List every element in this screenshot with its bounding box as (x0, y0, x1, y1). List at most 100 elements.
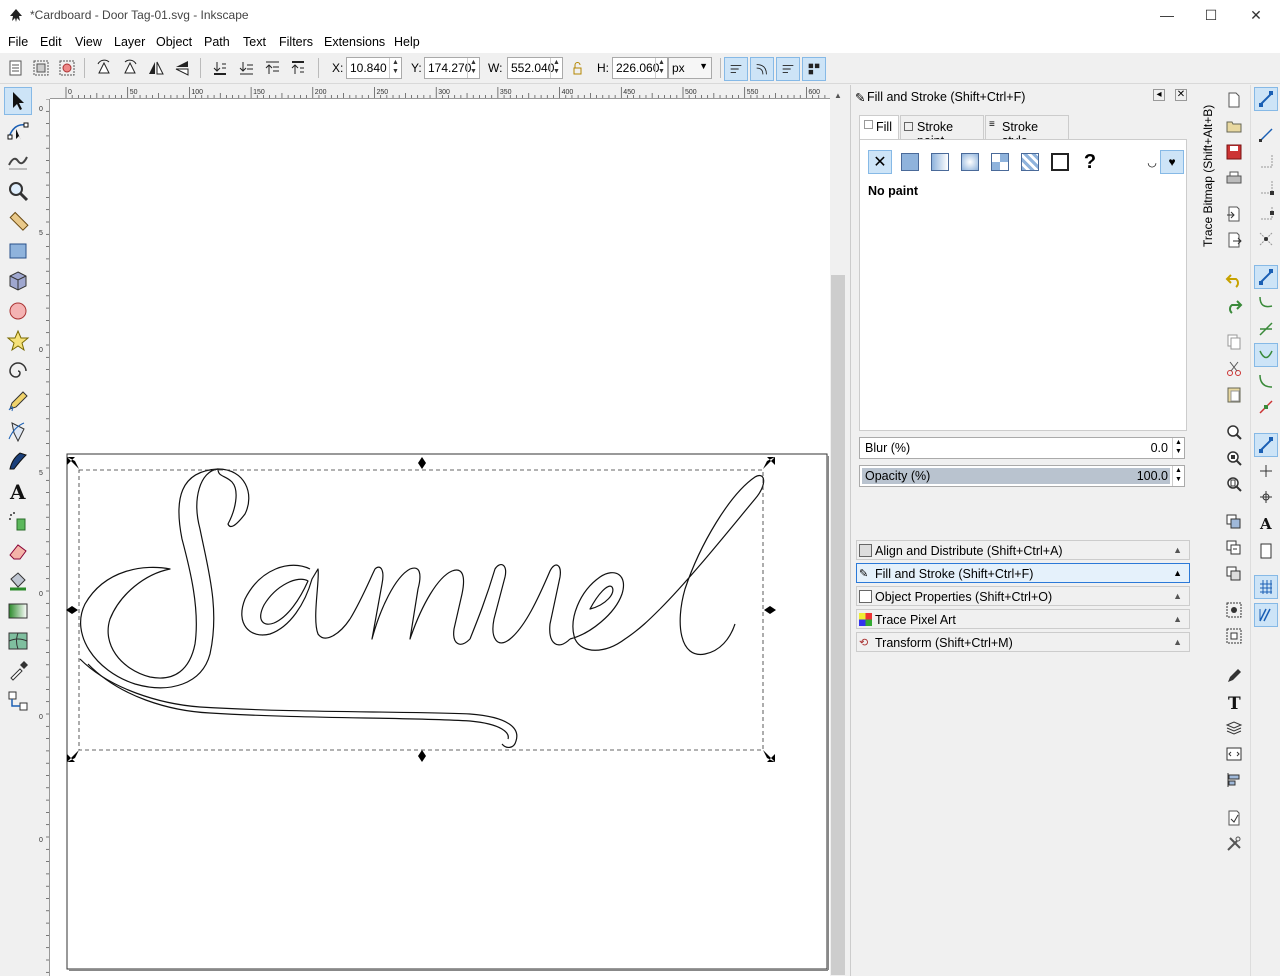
dock-item-object-properties[interactable]: Object Properties (Shift+Ctrl+O) ▲ (856, 586, 1190, 606)
text-tool[interactable]: A (4, 477, 32, 505)
dock-item-transform[interactable]: ⟲ Transform (Shift+Ctrl+M) ▲ (856, 632, 1190, 652)
scrollbar-thumb[interactable] (831, 275, 845, 975)
snap-page-border-icon[interactable] (1254, 539, 1278, 563)
radial-gradient-button[interactable] (958, 150, 982, 174)
unset-paint-button[interactable]: ? (1078, 150, 1102, 174)
close-window-button[interactable]: ✕ (1233, 0, 1279, 31)
lower-to-bottom-icon[interactable] (210, 58, 230, 78)
deselect-icon[interactable] (57, 58, 77, 78)
snap-paths-icon[interactable] (1254, 291, 1278, 315)
snap-text-baseline-icon[interactable]: A (1254, 511, 1278, 535)
xml-editor-icon[interactable] (1223, 743, 1245, 765)
drawing-canvas[interactable] (50, 99, 830, 976)
blur-stepper[interactable]: ▲ ▼ (1172, 438, 1184, 458)
maximize-button[interactable]: ☐ (1188, 0, 1234, 31)
snap-intersections-icon[interactable] (1254, 317, 1278, 341)
opacity-stepper[interactable]: ▲ ▼ (1172, 466, 1184, 486)
mesh-gradient-button[interactable] (988, 150, 1012, 174)
flat-color-button[interactable] (898, 150, 922, 174)
raise-icon[interactable] (262, 58, 282, 78)
dock-item-fill-stroke[interactable]: ✎ Fill and Stroke (Shift+Ctrl+F) ▲ (856, 563, 1190, 583)
scale-corners-toggle[interactable] (750, 57, 774, 81)
h-input[interactable]: 226.060 ▲ ▼ (612, 57, 668, 79)
x-stepper[interactable]: ▲ ▼ (389, 58, 401, 78)
move-gradients-toggle[interactable] (776, 57, 800, 81)
mesh-tool[interactable] (4, 627, 32, 655)
save-icon[interactable] (1223, 141, 1245, 163)
snap-rotation-center-icon[interactable] (1254, 485, 1278, 509)
snap-cusp-nodes-toggle[interactable] (1254, 343, 1278, 367)
y-stepper[interactable]: ▲ ▼ (467, 58, 479, 78)
clone-icon[interactable] (1223, 537, 1245, 559)
flip-vertical-icon[interactable] (172, 58, 192, 78)
pencil-tool[interactable] (4, 387, 32, 415)
pattern-button[interactable] (1018, 150, 1042, 174)
dropper-tool[interactable] (4, 657, 32, 685)
opacity-slider[interactable]: Opacity (%) 100.0 ▲ ▼ (859, 465, 1185, 487)
blur-slider[interactable]: Blur (%) 0.0 ▲ ▼ (859, 437, 1185, 459)
new-document-icon[interactable] (1223, 89, 1245, 111)
paste-icon[interactable] (1223, 383, 1245, 405)
menu-file[interactable]: File (8, 35, 28, 49)
menu-extensions[interactable]: Extensions (324, 35, 385, 49)
export-icon[interactable] (1223, 229, 1245, 251)
zoom-page-icon[interactable] (1223, 473, 1245, 495)
menu-layer[interactable]: Layer (114, 35, 145, 49)
import-icon[interactable] (1223, 203, 1245, 225)
lower-icon[interactable] (236, 58, 256, 78)
redo-icon[interactable] (1223, 295, 1245, 317)
scale-stroke-toggle[interactable] (724, 57, 748, 81)
scroll-up-arrow-icon[interactable]: ▲ (834, 91, 842, 100)
snap-others-toggle[interactable] (1254, 433, 1278, 457)
fill-rule-nonzero-button[interactable]: ♥ (1160, 150, 1184, 174)
node-tool[interactable] (4, 117, 32, 145)
linear-gradient-button[interactable] (928, 150, 952, 174)
menu-help[interactable]: Help (394, 35, 420, 49)
vertical-ruler[interactable]: 0 5 0 5 0 0 0 (36, 99, 50, 976)
canvas-vertical-scrollbar[interactable]: ▲ (830, 85, 846, 976)
document-properties-icon[interactable] (1223, 807, 1245, 829)
zoom-drawing-icon[interactable] (1223, 447, 1245, 469)
h-stepper[interactable]: ▲ ▼ (655, 58, 667, 78)
menu-edit[interactable]: Edit (40, 35, 62, 49)
snap-bbox-center-icon[interactable] (1254, 227, 1278, 251)
preferences-icon[interactable] (1223, 833, 1245, 855)
connector-tool[interactable] (4, 687, 32, 715)
zoom-selection-icon[interactable] (1223, 421, 1245, 443)
layers-icon[interactable] (1223, 717, 1245, 739)
unlink-clone-icon[interactable] (1223, 563, 1245, 585)
rotate-ccw-icon[interactable] (94, 58, 114, 78)
menu-path[interactable]: Path (204, 35, 230, 49)
snap-bbox-edges-icon[interactable] (1254, 149, 1278, 173)
lock-ratio-icon[interactable] (567, 58, 587, 78)
pen-tool[interactable] (4, 417, 32, 445)
trace-bitmap-tab[interactable]: Trace Bitmap (Shift+Alt+B) (1196, 85, 1216, 255)
eraser-tool[interactable] (4, 537, 32, 565)
tab-stroke-paint[interactable]: Stroke paint (900, 115, 984, 148)
tab-stroke-style[interactable]: ≡ Stroke style (985, 115, 1069, 148)
copy-icon[interactable] (1223, 331, 1245, 353)
horizontal-ruler[interactable]: 0 50 100 150 200 250 300 350 400 450 500 550 600 (50, 85, 830, 99)
move-patterns-toggle[interactable] (802, 57, 826, 81)
group-icon[interactable] (1223, 599, 1245, 621)
snap-grid-toggle[interactable] (1254, 575, 1278, 599)
snap-bbox-icon[interactable] (1254, 123, 1278, 147)
tweak-tool[interactable] (4, 147, 32, 175)
measure-tool[interactable] (4, 207, 32, 235)
snap-object-centers-icon[interactable] (1254, 459, 1278, 483)
snap-bbox-corners-icon[interactable] (1254, 175, 1278, 199)
gradient-tool[interactable] (4, 597, 32, 625)
dock-item-align-distribute[interactable]: Align and Distribute (Shift+Ctrl+A) ▲ (856, 540, 1190, 560)
calligraphy-tool[interactable] (4, 447, 32, 475)
spray-tool[interactable] (4, 507, 32, 535)
selector-tool[interactable] (4, 87, 32, 115)
w-stepper[interactable]: ▲ ▼ (550, 58, 562, 78)
ungroup-icon[interactable] (1223, 625, 1245, 647)
dock-item-trace-pixel-art[interactable]: Trace Pixel Art ▲ (856, 609, 1190, 629)
swatch-button[interactable] (1048, 150, 1072, 174)
menu-object[interactable]: Object (156, 35, 192, 49)
menu-text[interactable]: Text (243, 35, 266, 49)
tab-fill[interactable]: Fill (859, 115, 899, 139)
print-icon[interactable] (1223, 167, 1245, 189)
rotate-cw-icon[interactable] (120, 58, 140, 78)
